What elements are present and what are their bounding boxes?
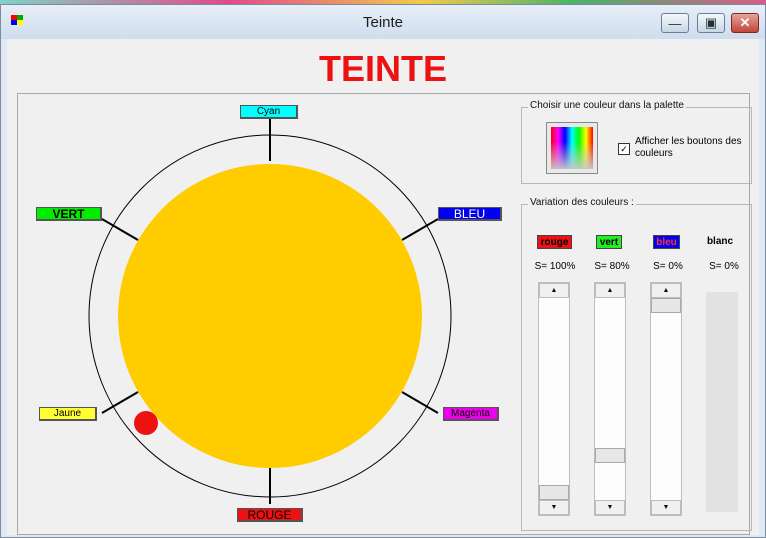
palette-icon: [551, 127, 593, 169]
scroll-up-icon[interactable]: ▲: [539, 283, 569, 298]
label-magenta[interactable]: Magenta: [443, 407, 499, 421]
variation-group: Variation des couleurs : rouge vert bleu…: [521, 197, 752, 531]
palette-group: Choisir une couleur dans la palette ✓ Af…: [521, 100, 752, 184]
close-icon: ✕: [739, 15, 751, 30]
scroll-down-icon[interactable]: ▼: [651, 500, 681, 515]
scrollbar-vert[interactable]: ▲ ▼: [594, 282, 626, 516]
show-buttons-label: Afficher les boutons des couleurs: [635, 136, 742, 159]
value-vert: S= 80%: [594, 261, 630, 272]
minimize-button[interactable]: —: [661, 13, 689, 33]
scroll-thumb-bleu[interactable]: [651, 298, 681, 313]
palette-legend: Choisir une couleur dans la palette: [528, 100, 686, 111]
variation-legend: Variation des couleurs :: [528, 197, 636, 208]
app-window: Teinte — ▣ ✕ TEINTE Cyan VERT BLEU Jaune…: [0, 4, 766, 538]
value-bleu: S= 0%: [653, 261, 683, 272]
label-vert[interactable]: VERT: [36, 207, 102, 221]
label-rouge[interactable]: ROUGE: [237, 508, 303, 522]
value-rouge: S= 100%: [534, 261, 576, 272]
main-panel: Cyan VERT BLEU Jaune Magenta ROUGE Chois…: [17, 93, 752, 535]
window-title: Teinte: [362, 14, 404, 31]
client-area: TEINTE Cyan VERT BLEU Jaune Magenta ROUG…: [7, 39, 759, 535]
scroll-thumb-rouge[interactable]: [539, 485, 569, 500]
label-cyan[interactable]: Cyan: [240, 105, 298, 119]
channel-head-blanc: blanc: [706, 236, 734, 247]
scroll-up-icon[interactable]: ▲: [595, 283, 625, 298]
scrollbar-bleu[interactable]: ▲ ▼: [650, 282, 682, 516]
maximize-icon: ▣: [704, 15, 718, 30]
show-buttons-checkbox[interactable]: ✓: [618, 143, 630, 155]
palette-button[interactable]: [546, 122, 598, 174]
hue-wheel: [88, 112, 452, 504]
minimize-icon: —: [668, 15, 682, 31]
scrollbar-blanc-disabled: [706, 292, 738, 512]
channel-head-rouge: rouge: [537, 235, 572, 249]
hue-disc[interactable]: [118, 164, 422, 468]
scroll-down-icon[interactable]: ▼: [539, 500, 569, 515]
hue-marker[interactable]: [134, 411, 158, 435]
value-blanc: S= 0%: [709, 261, 739, 272]
title-bar[interactable]: Teinte — ▣ ✕: [1, 5, 765, 39]
maximize-button[interactable]: ▣: [697, 13, 725, 33]
label-jaune[interactable]: Jaune: [39, 407, 97, 421]
close-button[interactable]: ✕: [731, 13, 759, 33]
scroll-thumb-vert[interactable]: [595, 448, 625, 463]
scrollbar-rouge[interactable]: ▲ ▼: [538, 282, 570, 516]
channel-head-vert: vert: [596, 235, 622, 249]
scroll-up-icon[interactable]: ▲: [651, 283, 681, 298]
page-title: TEINTE: [318, 48, 447, 89]
channel-head-bleu: bleu: [653, 235, 680, 249]
label-bleu[interactable]: BLEU: [438, 207, 502, 221]
scroll-down-icon[interactable]: ▼: [595, 500, 625, 515]
